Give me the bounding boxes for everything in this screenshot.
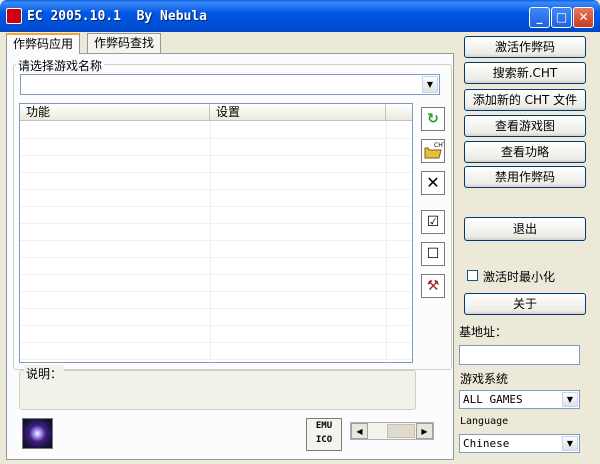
description-label: 说明： — [24, 365, 65, 382]
add-cht-file-button[interactable]: 添加新的 CHT 文件 — [464, 89, 586, 111]
folder-icon: CHT — [424, 142, 447, 159]
close-button[interactable]: ✕ — [573, 7, 594, 28]
about-button[interactable]: 关于 — [464, 293, 586, 315]
app-icon[interactable] — [6, 8, 22, 24]
tab-cheat-search[interactable]: 作弊码查找 — [87, 33, 162, 53]
view-game-map-button[interactable]: 查看游戏图 — [464, 115, 586, 137]
language-value: Chinese — [463, 437, 510, 450]
uncheck-all-icon[interactable]: ☐ — [421, 242, 445, 266]
search-cht-button[interactable]: 搜索新.CHT — [464, 62, 586, 84]
game-select-combo[interactable]: ▼ — [20, 74, 440, 95]
column-function[interactable]: 功能 — [20, 104, 210, 121]
chevron-down-icon[interactable]: ▼ — [422, 76, 438, 93]
game-select-label: 请选择游戏名称 — [16, 57, 105, 74]
chevron-down-icon[interactable]: ▼ — [562, 436, 578, 451]
maximize-button[interactable]: □ — [551, 7, 572, 28]
game-system-value: ALL GAMES — [463, 393, 523, 406]
language-select[interactable]: Chinese ▼ — [459, 434, 580, 453]
horizontal-scrollbar[interactable]: ◀ ▶ — [350, 422, 434, 440]
svg-text:CHT: CHT — [434, 142, 444, 149]
activate-cheat-button[interactable]: 激活作弊码 — [464, 36, 586, 58]
disable-cheat-button[interactable]: 禁用作弊码 — [464, 166, 586, 188]
minimize-on-activate-label: 激活时最小化 — [483, 270, 556, 284]
emu-icon-line2: ICO — [315, 435, 333, 445]
emu-icon-line1: EMU — [315, 421, 333, 431]
check-all-icon[interactable]: ☑ — [421, 210, 445, 234]
refresh-icon[interactable]: ↻ — [421, 107, 445, 131]
minimize-button[interactable]: _ — [529, 7, 550, 28]
tools-icon[interactable]: ⚒ — [421, 274, 445, 298]
column-setting[interactable]: 设置 — [210, 104, 386, 121]
window-title: EC 2005.10.1 By Nebula — [27, 9, 208, 24]
nebula-logo — [22, 418, 53, 449]
view-guide-button[interactable]: 查看功略 — [464, 141, 586, 163]
list-header: 功能 设置 — [20, 104, 412, 121]
description-box — [19, 370, 416, 410]
title-bar: EC 2005.10.1 By Nebula _ □ ✕ — [0, 0, 600, 32]
scroll-left-icon[interactable]: ◀ — [351, 423, 368, 439]
minimize-on-activate-checkbox[interactable] — [467, 270, 478, 281]
language-label: Language — [460, 416, 509, 427]
scroll-thumb[interactable] — [387, 424, 415, 438]
emu-ico-button[interactable]: EMU ICO — [306, 418, 342, 451]
open-cht-icon[interactable]: CHT — [421, 139, 447, 163]
delete-icon[interactable]: ✕ — [421, 171, 445, 195]
base-address-label: 基地址： — [459, 325, 508, 339]
base-address-input[interactable] — [459, 345, 580, 365]
scroll-right-icon[interactable]: ▶ — [416, 423, 433, 439]
game-system-select[interactable]: ALL GAMES ▼ — [459, 390, 580, 409]
exit-button[interactable]: 退出 — [464, 217, 586, 241]
chevron-down-icon[interactable]: ▼ — [562, 392, 578, 407]
cheat-list[interactable]: 功能 设置 — [19, 103, 413, 363]
game-system-label: 游戏系统 — [460, 372, 509, 386]
tab-cheat-apply[interactable]: 作弊码应用 — [6, 33, 81, 54]
